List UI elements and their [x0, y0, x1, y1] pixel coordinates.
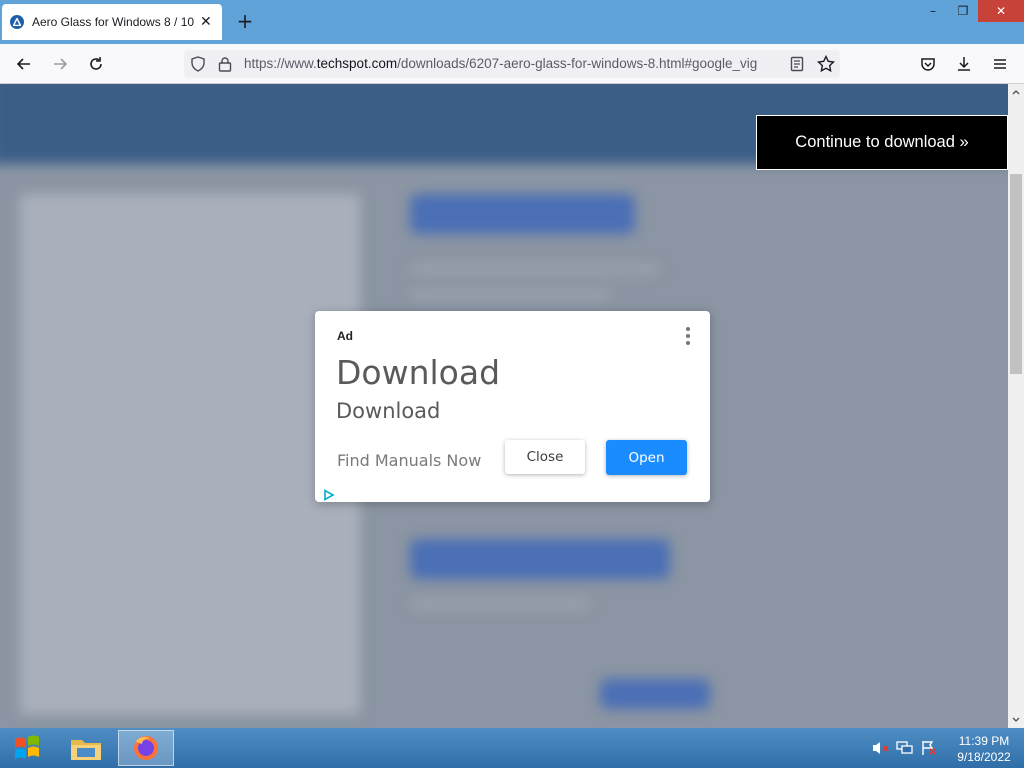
downloads-icon[interactable] — [952, 52, 976, 76]
browser-tabstrip: Aero Glass for Windows 8 / 10 | ✕ + – ❐ … — [0, 0, 1024, 44]
ad-options-kebab-icon[interactable] — [683, 327, 693, 345]
url-text[interactable]: https://www.techspot.com/downloads/6207-… — [244, 56, 780, 71]
blurred-text-line — [410, 289, 610, 299]
clock-time: 11:39 PM — [958, 734, 1010, 748]
system-tray — [872, 740, 938, 756]
url-bar[interactable]: https://www.techspot.com/downloads/6207-… — [184, 50, 840, 78]
lock-icon[interactable] — [218, 56, 232, 76]
windows-taskbar: 11:39 PM 9/18/2022 — [0, 728, 1024, 768]
new-tab-button[interactable]: + — [234, 10, 256, 32]
bookmark-star-icon[interactable] — [816, 54, 836, 77]
ad-open-button[interactable]: Open — [606, 440, 687, 475]
url-path: /downloads/6207-aero-glass-for-windows-8… — [397, 56, 758, 71]
blurred-left-panel — [20, 194, 360, 714]
navigation-toolbar: https://www.techspot.com/downloads/6207-… — [0, 44, 1024, 84]
ad-label: Ad — [337, 329, 353, 343]
ad-subheadline[interactable]: Download — [336, 399, 440, 423]
adchoices-icon[interactable] — [323, 486, 335, 501]
ad-description: Find Manuals Now — [337, 451, 482, 470]
tab-close-icon[interactable]: ✕ — [200, 14, 212, 30]
volume-muted-icon[interactable] — [872, 740, 890, 756]
close-window-button[interactable]: ✕ — [978, 0, 1024, 22]
blurred-text-line — [410, 599, 590, 609]
scroll-up-arrow-icon[interactable] — [1008, 84, 1024, 100]
blurred-text-line — [410, 264, 660, 274]
firefox-icon[interactable] — [118, 730, 174, 766]
pocket-icon[interactable] — [916, 52, 940, 76]
forward-arrow-icon[interactable] — [48, 52, 72, 76]
reader-view-icon[interactable] — [790, 56, 804, 76]
window-controls: – ❐ ✕ — [918, 0, 1024, 22]
blurred-button — [410, 194, 635, 234]
blurred-button — [410, 539, 670, 579]
blurred-button — [600, 679, 710, 709]
scroll-down-arrow-icon[interactable] — [1008, 712, 1024, 728]
tracking-protection-shield-icon[interactable] — [190, 56, 206, 76]
reload-icon[interactable] — [84, 52, 108, 76]
restore-button[interactable]: ❐ — [948, 0, 978, 22]
continue-to-download-button[interactable]: Continue to download » — [756, 115, 1008, 170]
techspot-favicon-icon — [10, 15, 24, 29]
tab-title: Aero Glass for Windows 8 / 10 | — [32, 15, 194, 29]
minimize-button[interactable]: – — [918, 0, 948, 22]
action-center-flag-icon[interactable] — [920, 740, 938, 756]
start-orb-icon[interactable] — [4, 730, 50, 766]
back-arrow-icon[interactable] — [12, 52, 36, 76]
ad-headline[interactable]: Download — [336, 353, 500, 392]
ad-close-button[interactable]: Close — [505, 440, 585, 474]
taskbar-clock[interactable]: 11:39 PM 9/18/2022 — [948, 733, 1020, 765]
vignette-ad-dialog: Ad Download Download Find Manuals Now Cl… — [315, 311, 710, 502]
scroll-thumb[interactable] — [1010, 174, 1022, 374]
file-explorer-icon[interactable] — [58, 730, 114, 766]
network-icon[interactable] — [896, 740, 914, 756]
page-scrollbar[interactable] — [1008, 84, 1024, 728]
clock-date: 9/18/2022 — [957, 750, 1011, 764]
url-prefix: https://www. — [244, 56, 317, 71]
url-domain: techspot.com — [316, 56, 398, 71]
hamburger-menu-icon[interactable] — [988, 52, 1012, 76]
browser-tab-active[interactable]: Aero Glass for Windows 8 / 10 | ✕ — [2, 4, 222, 40]
